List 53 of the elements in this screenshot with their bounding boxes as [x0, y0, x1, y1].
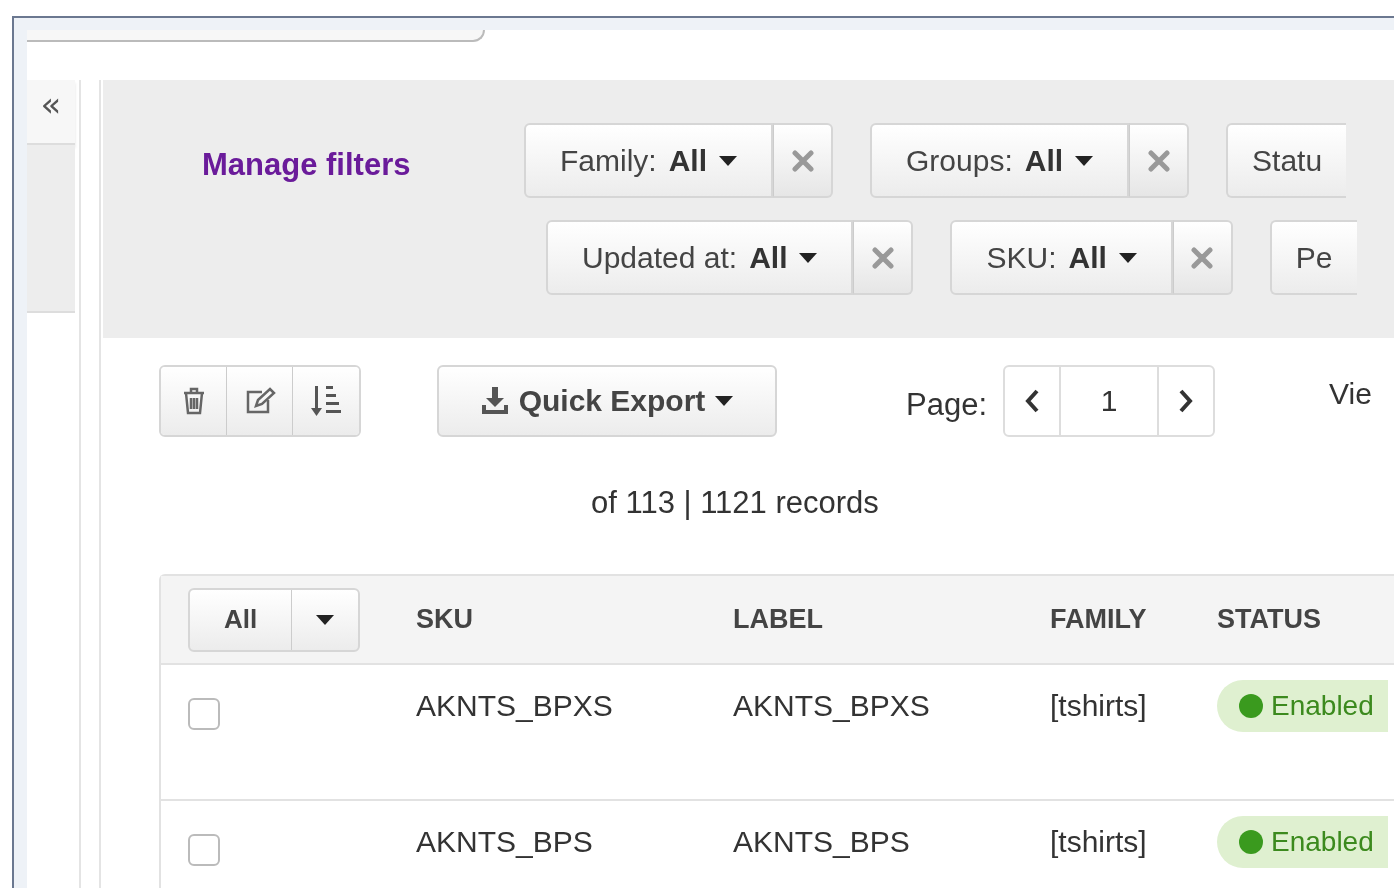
remove-filter-button[interactable] — [1172, 220, 1233, 295]
filter-dropdown[interactable]: SKU: All — [950, 220, 1173, 295]
row-checkbox[interactable] — [188, 698, 220, 730]
column-header[interactable]: STATUS — [1217, 604, 1394, 635]
caret-icon — [1118, 252, 1137, 263]
filter-dropdown[interactable]: Statu — [1226, 123, 1347, 198]
table-cell-text: AKNTS_BPS — [733, 824, 911, 860]
chevron-right-icon — [1178, 388, 1194, 414]
records-count: of 113 | 1121 records — [591, 485, 879, 521]
caret-icon — [715, 396, 734, 406]
close-icon — [1147, 149, 1170, 172]
view-label: Vie — [1329, 377, 1372, 412]
status-badge: Enabled — [1217, 680, 1388, 732]
quick-export-button[interactable]: Quick Export — [437, 365, 777, 437]
close-icon — [871, 246, 894, 269]
column-header[interactable]: FAMILY — [1050, 604, 1217, 635]
manage-filters-link[interactable]: Manage filters — [103, 123, 524, 183]
collapse-sidebar-button[interactable]: « — [27, 80, 75, 145]
page-label: Page: — [906, 386, 987, 423]
caret-icon — [1075, 155, 1094, 166]
filter-dropdown[interactable]: Pe — [1269, 220, 1357, 295]
caret-icon — [719, 155, 737, 166]
chevron-left-icon — [1024, 388, 1040, 414]
remove-filter-button[interactable] — [853, 220, 914, 295]
table-cell-text: [tshirts] — [1050, 688, 1148, 724]
filter-dropdown[interactable]: Groups: All — [870, 123, 1130, 198]
remove-filter-button[interactable] — [1129, 123, 1190, 198]
table-cell-text: [tshirts] — [1050, 824, 1148, 860]
close-icon — [791, 149, 814, 172]
remove-filter-button[interactable] — [773, 123, 833, 198]
filter-dropdown[interactable]: Family: All — [524, 123, 773, 198]
column-header[interactable]: SKU — [416, 604, 733, 635]
filter-dropdown[interactable]: Updated at: All — [546, 220, 854, 295]
status-badge: Enabled — [1217, 816, 1388, 868]
select-all-dropdown[interactable]: All — [188, 587, 360, 652]
table-cell-text: AKNTS_BPS — [416, 824, 594, 860]
trash-icon — [182, 387, 205, 415]
table-cell-text: AKNTS_BPXS — [416, 688, 614, 724]
caret-icon — [316, 614, 334, 625]
delete-button[interactable] — [161, 367, 227, 435]
row-checkbox[interactable] — [188, 834, 220, 866]
next-page-button[interactable] — [1157, 365, 1215, 437]
download-icon — [480, 387, 509, 415]
caret-icon — [799, 252, 818, 263]
sort-icon — [311, 384, 341, 418]
sort-button[interactable] — [293, 367, 359, 435]
table-cell-text: AKNTS_BPXS — [733, 688, 931, 724]
page-number-field[interactable]: 1 — [1061, 365, 1157, 437]
text-field[interactable] — [27, 30, 485, 42]
column-header[interactable]: LABEL — [733, 604, 1050, 635]
previous-page-button[interactable] — [1003, 365, 1061, 437]
edit-button[interactable] — [227, 367, 293, 435]
close-icon — [1191, 246, 1214, 269]
